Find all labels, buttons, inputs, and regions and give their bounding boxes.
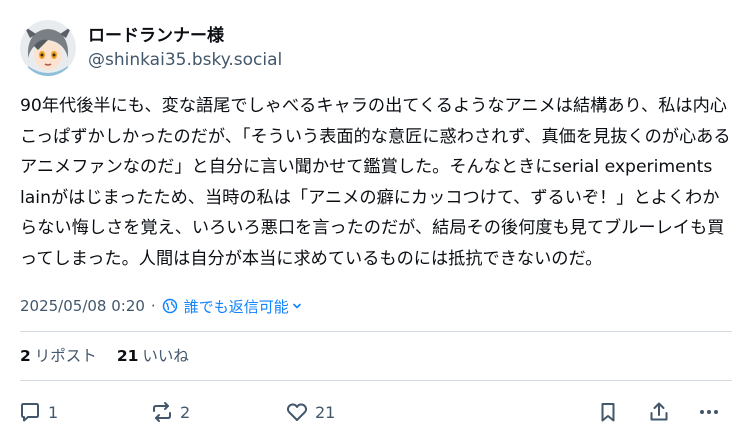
post-header: ロードランナー様 @shinkai35.bsky.social (20, 18, 282, 78)
repost-button[interactable]: 2 (150, 396, 190, 428)
reposts-count: 2 (20, 347, 31, 365)
author-names: ロードランナー様 @shinkai35.bsky.social (88, 24, 282, 72)
author-display-name[interactable]: ロードランナー様 (88, 24, 282, 48)
reply-count: 1 (48, 402, 59, 422)
reposts-label: リポスト (34, 347, 97, 365)
repost-icon (153, 402, 171, 422)
engagement-counts: 2 リポスト 21 いいね (20, 343, 209, 367)
more-options-button[interactable] (697, 396, 721, 428)
post-meta: 2025/05/08 0:20 · 誰でも返信可能 (20, 294, 308, 318)
reply-button[interactable]: 1 (18, 396, 58, 428)
post-timestamp[interactable]: 2025/05/08 0:20 (20, 297, 145, 315)
heart-icon (286, 403, 308, 421)
divider-bottom (20, 380, 732, 381)
meta-separator: · (150, 297, 156, 315)
likes-count-link[interactable]: 21 いいね (117, 344, 189, 366)
share-button[interactable] (647, 396, 671, 428)
post-text: 90年代後半にも、変な語尾でしゃべるキャラの出てくるようなアニメは結構あり、私は… (20, 96, 731, 269)
bookmark-icon (601, 403, 615, 422)
post-thread-item: ロードランナー様 @shinkai35.bsky.social 90年代後半にも… (0, 0, 752, 443)
like-count: 21 (315, 402, 336, 422)
share-icon (650, 402, 668, 421)
reply-setting-button[interactable]: 誰でも返信可能 (162, 296, 308, 317)
author-handle[interactable]: @shinkai35.bsky.social (88, 48, 282, 72)
avatar[interactable] (20, 20, 76, 76)
reply-icon (21, 403, 39, 422)
bookmark-button[interactable] (596, 396, 620, 428)
reply-setting-label: 誰でも返信可能 (183, 297, 289, 316)
action-bar: 1 2 21 (0, 396, 752, 428)
likes-count: 21 (116, 347, 139, 365)
likes-label: いいね (142, 347, 189, 365)
like-button[interactable]: 21 (285, 396, 335, 428)
reposts-count-link[interactable]: 2 リポスト (20, 344, 97, 366)
divider-top (20, 331, 732, 332)
globe-icon (162, 298, 177, 314)
chevron-down-icon (292, 303, 301, 309)
repost-count: 2 (180, 402, 191, 422)
more-icon (700, 410, 718, 414)
